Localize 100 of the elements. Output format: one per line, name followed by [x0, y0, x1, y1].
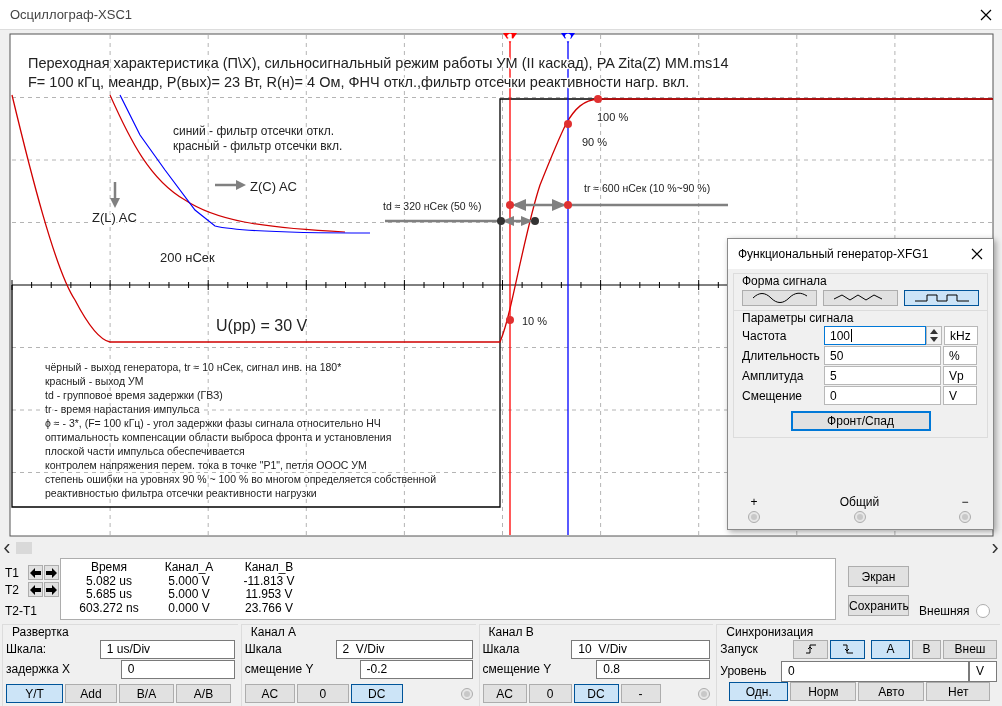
- cursor-handle[interactable]: 1: [503, 33, 517, 43]
- cursor-handle[interactable]: 2: [561, 33, 575, 43]
- coupling-button[interactable]: DC: [350, 684, 403, 703]
- action-button[interactable]: Экран: [848, 566, 909, 587]
- radio-icon[interactable]: [698, 687, 711, 700]
- right-arrow-button[interactable]: [44, 565, 59, 580]
- coupling-button[interactable]: AC: [244, 684, 295, 703]
- table-cell: 23.766 V: [244, 601, 293, 615]
- scroll-right-icon[interactable]: [992, 543, 998, 553]
- unit-label: kHz: [944, 326, 978, 345]
- waveform-button[interactable]: [823, 290, 898, 306]
- action-button[interactable]: Сохранить: [848, 595, 909, 616]
- scale-label: Шкала: [482, 642, 520, 656]
- marker-dot: [506, 201, 514, 209]
- window-title: Функциональный генератор-XFG1: [738, 247, 929, 261]
- coupling-button[interactable]: DC: [573, 684, 619, 703]
- group-title: Канал А: [250, 625, 298, 639]
- down-caret-icon[interactable]: [930, 337, 938, 343]
- value-field[interactable]: 5: [824, 366, 941, 385]
- spinner-control[interactable]: [926, 326, 942, 345]
- close-icon[interactable]: [971, 248, 983, 260]
- annotation-label: Z(L) AC: [92, 210, 137, 225]
- left-arrow-button[interactable]: [28, 582, 43, 597]
- delay-label: задержка X: [6, 662, 71, 676]
- coupling-button[interactable]: 0: [528, 684, 572, 703]
- scale-field[interactable]: 10 V/Div: [571, 639, 711, 659]
- table-cell: 603.272 ns: [79, 601, 139, 615]
- value-field[interactable]: 50: [824, 346, 941, 365]
- note-text: чёрный - выход генератора, tr ≈ 10 нСек, сигнал инв. на 180*: [45, 361, 342, 373]
- annotation-label: td ≈ 320 нСек (50 %): [383, 200, 482, 212]
- level-label: 10 %: [522, 315, 548, 327]
- coupling-button[interactable]: AC: [482, 684, 527, 703]
- note-text: ϕ ≈ - 3*, (F= 100 кГц) - угол задержки фазы сигнала относительно НЧ: [45, 417, 381, 429]
- marker-dot: [506, 316, 514, 324]
- rise-fall-button[interactable]: Фронт/Спад: [790, 411, 931, 431]
- level-label: 90 %: [582, 136, 608, 148]
- note-text: красный - выход УМ: [45, 375, 144, 387]
- level-label: 100 %: [597, 111, 629, 123]
- radio-button[interactable]: [975, 604, 990, 618]
- delay-field[interactable]: 0: [120, 659, 235, 679]
- source-button[interactable]: Внеш: [943, 639, 997, 659]
- table-cell: 0.000 V: [168, 601, 210, 615]
- window-title: Осциллограф-XSC1: [10, 7, 133, 22]
- scale-label: Шкала: [244, 642, 282, 656]
- table-cell: 5.082 us: [85, 574, 132, 588]
- legend-text: синий - фильтр отсечки откл.: [173, 124, 334, 138]
- arrow-icon: [110, 182, 120, 208]
- mode-button[interactable]: Add: [65, 684, 117, 703]
- trigger-label: Запуск: [720, 642, 758, 656]
- edge-icon: [804, 644, 817, 654]
- level-field[interactable]: 0: [781, 660, 969, 682]
- scale-field[interactable]: 2 V/Div: [335, 639, 473, 659]
- terminal-label: Общий: [839, 495, 880, 509]
- unit-label: %: [943, 346, 977, 365]
- falling-edge-button[interactable]: [830, 639, 865, 659]
- marker-dot: [564, 201, 572, 209]
- note-text: степень ошибки на уровнях 90 % ~ 100 % во многом определяется собственной: [45, 473, 437, 485]
- source-button[interactable]: A: [871, 639, 910, 659]
- column-header: Канал_А: [164, 561, 214, 575]
- note-text: tr - время нарастания импульса: [45, 403, 200, 415]
- group-title: Развертка: [12, 625, 70, 639]
- trigger-mode-button[interactable]: Одн.: [729, 682, 789, 701]
- offset-field[interactable]: -0.2: [359, 659, 473, 679]
- group-title: Канал В: [488, 625, 535, 639]
- cursor-label: T2: [5, 582, 20, 597]
- radio-icon[interactable]: [460, 687, 473, 700]
- scroll-left-icon[interactable]: [4, 543, 10, 553]
- note-text: оптимальность компенсации области выброса фронта и установления: [45, 431, 392, 443]
- mode-button[interactable]: Y/T: [6, 684, 63, 703]
- waveform-button[interactable]: [742, 290, 817, 306]
- up-caret-icon[interactable]: [930, 328, 938, 334]
- mode-button[interactable]: A/B: [176, 684, 231, 703]
- trigger-mode-button[interactable]: Норм: [790, 682, 857, 701]
- scale-label: Шкала:: [6, 642, 47, 656]
- cursor-label: T2-T1: [5, 603, 37, 618]
- waveform-button[interactable]: [904, 290, 979, 306]
- offset-field[interactable]: 0.8: [596, 659, 711, 679]
- right-arrow-button[interactable]: [44, 582, 59, 597]
- note-text: реактивностью фильтра отсечки реактивности нагрузки: [45, 487, 317, 499]
- left-arrow-button[interactable]: [28, 565, 43, 580]
- value-field[interactable]: 100: [824, 326, 926, 345]
- source-button[interactable]: B: [912, 639, 941, 659]
- coupling-button[interactable]: 0: [296, 684, 349, 703]
- mode-button[interactable]: B/A: [119, 684, 174, 703]
- param-label: Амплитуда: [742, 367, 805, 385]
- rising-edge-button[interactable]: [793, 639, 828, 659]
- trigger-mode-button[interactable]: Нет: [926, 682, 991, 701]
- group-title: Параметры сигнала: [742, 311, 854, 325]
- level-label: Уровень: [720, 664, 767, 678]
- group-title: Форма сигнала: [742, 274, 827, 288]
- close-icon[interactable]: [980, 8, 992, 21]
- coupling-button[interactable]: -: [620, 684, 661, 703]
- note-text: контролем напряжения перем. тока в точке "P1", петля ОООС УМ: [45, 459, 367, 471]
- value-field[interactable]: 0: [824, 386, 941, 405]
- scale-field[interactable]: 1 us/Div: [99, 639, 235, 659]
- table-cell: 11.953 V: [245, 588, 293, 602]
- table-cell: -11.813 V: [243, 574, 295, 588]
- trigger-mode-button[interactable]: Авто: [858, 682, 925, 701]
- note-text: плоской части импульса обеспечивается: [45, 445, 245, 457]
- annotation-label: Z(C) AC: [250, 179, 297, 194]
